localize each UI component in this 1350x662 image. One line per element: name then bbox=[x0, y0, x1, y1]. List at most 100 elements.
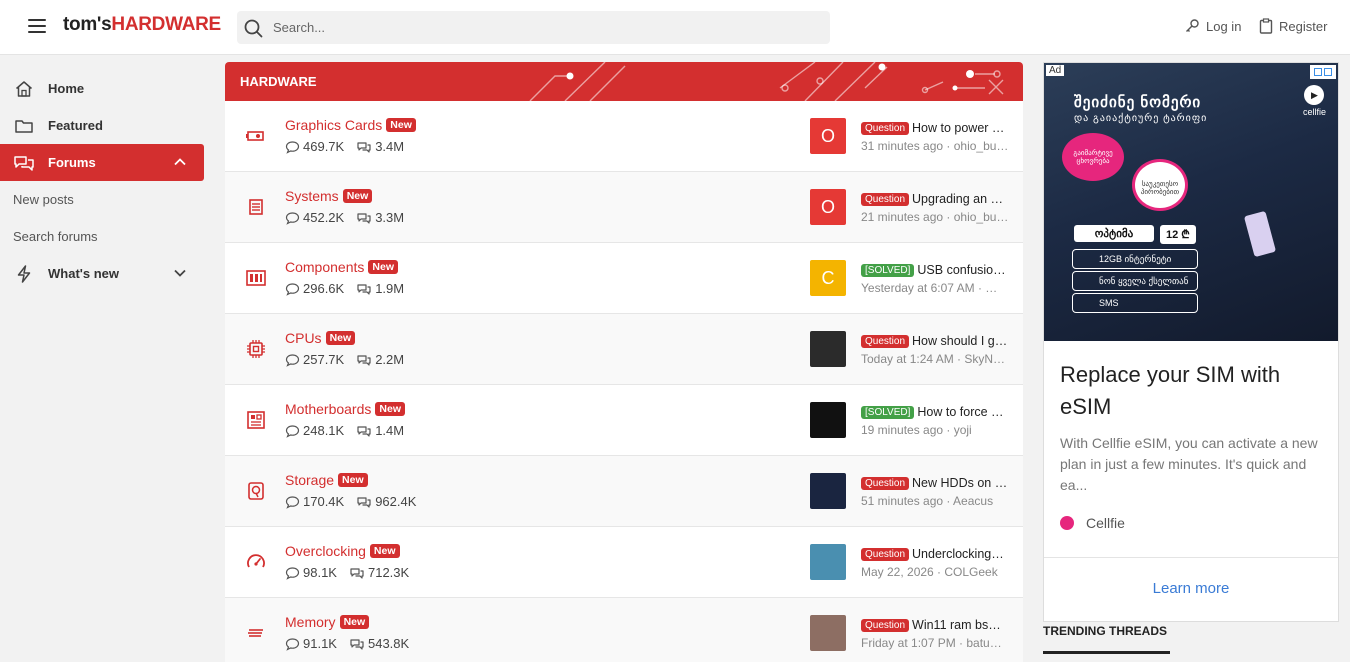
latest-thread-link[interactable]: Question How to power … bbox=[861, 121, 1011, 135]
clipboard-icon bbox=[1259, 18, 1273, 34]
ad-choices-icon[interactable] bbox=[1310, 65, 1336, 79]
forum-title: Graphics Cards bbox=[285, 117, 383, 133]
search-icon bbox=[244, 19, 263, 38]
latest-thread-title: How to power … bbox=[912, 121, 1005, 135]
sidebar-item-whats-new[interactable]: What's new bbox=[0, 255, 210, 292]
ad-feature-text-1: 12GB ინტერნეტი bbox=[1099, 254, 1172, 264]
avatar[interactable] bbox=[810, 473, 846, 509]
thread-prefix-badge: [SOLVED] bbox=[861, 406, 915, 419]
login-link[interactable]: Log in bbox=[1184, 18, 1241, 34]
login-label: Log in bbox=[1206, 18, 1242, 34]
ad-feature-2: ნონ ყველა ქსელთან bbox=[1072, 271, 1198, 291]
sidebar-item-home[interactable]: Home bbox=[0, 70, 210, 107]
forum-title-link[interactable]: Systems New bbox=[285, 188, 373, 204]
thread-count: 712.3K bbox=[367, 565, 410, 580]
latest-thread-meta[interactable]: 31 minutes ago · ohio_bu… bbox=[861, 139, 1011, 153]
latest-thread-link[interactable]: [SOLVED] How to force … bbox=[861, 405, 1011, 419]
forum-row[interactable]: Graphics Cards New 469.7K 3.4M O Question How … bbox=[225, 101, 1023, 172]
thread-prefix-badge: [SOLVED] bbox=[861, 264, 915, 277]
sidebar-label-featured: Featured bbox=[48, 118, 103, 133]
ad-image[interactable]: Ad ▶ cellfie შეიძინე ნომერი და გაიაქტიურე… bbox=[1044, 63, 1338, 341]
sidebar-item-forums[interactable]: Forums bbox=[0, 144, 204, 181]
forum-row[interactable]: Components New 296.6K 1.9M C [SOLVED] USB conf… bbox=[225, 243, 1023, 314]
forum-title-link[interactable]: CPUs New bbox=[285, 330, 356, 346]
forum-title-link[interactable]: Memory New bbox=[285, 614, 370, 630]
sidebar-item-featured[interactable]: Featured bbox=[0, 107, 210, 144]
new-badge: New bbox=[339, 615, 370, 629]
menu-icon[interactable] bbox=[28, 19, 46, 35]
forum-stats: 296.6K 1.9M bbox=[285, 281, 404, 296]
latest-thread-link[interactable]: Question Win11 ram bs… bbox=[861, 618, 1011, 632]
forum-title-link[interactable]: Overclocking New bbox=[285, 543, 400, 559]
forum-stats: 170.4K 962.4K bbox=[285, 494, 416, 509]
latest-thread-meta[interactable]: 21 minutes ago · ohio_bu… bbox=[861, 210, 1011, 224]
ad-brand-text: cellfie bbox=[1302, 107, 1326, 117]
avatar[interactable]: O bbox=[810, 189, 846, 225]
forum-title-link[interactable]: Components New bbox=[285, 259, 398, 275]
avatar[interactable]: C bbox=[810, 260, 846, 296]
latest-thread-meta[interactable]: May 22, 2026 · COLGeek bbox=[861, 565, 1011, 579]
server-icon bbox=[245, 196, 267, 218]
forum-title-link[interactable]: Motherboards New bbox=[285, 401, 405, 417]
avatar[interactable] bbox=[810, 402, 846, 438]
forum-stats: 248.1K 1.4M bbox=[285, 423, 404, 438]
forum-title-link[interactable]: Storage New bbox=[285, 472, 368, 488]
forum-row[interactable]: Storage New 170.4K 962.4K Question New HDDs o… bbox=[225, 456, 1023, 527]
cpu-icon bbox=[245, 338, 267, 360]
thread-count: 1.9M bbox=[375, 281, 405, 296]
avatar[interactable]: O bbox=[810, 118, 846, 154]
folder-icon bbox=[13, 115, 35, 137]
chevron-up-icon[interactable] bbox=[172, 154, 188, 170]
register-link[interactable]: Register bbox=[1259, 18, 1327, 34]
sidebar-label-forums: Forums bbox=[48, 155, 96, 170]
ad-learn-more-button[interactable]: Learn more bbox=[1044, 580, 1338, 597]
forum-row[interactable]: Systems New 452.2K 3.3M O Question Upgrading a… bbox=[225, 172, 1023, 243]
cellfie-logo-icon bbox=[1060, 516, 1074, 530]
messages-icon bbox=[285, 353, 300, 367]
latest-thread-meta[interactable]: Today at 1:24 AM · SkyN… bbox=[861, 352, 1011, 366]
avatar-letter: O bbox=[820, 125, 835, 146]
avatar[interactable] bbox=[810, 331, 846, 367]
forum-row[interactable]: Memory New 91.1K 543.8K Question Win11 ram bs… bbox=[225, 598, 1023, 662]
ad-title[interactable]: Replace your SIM with eSIM bbox=[1060, 359, 1330, 423]
forum-row[interactable]: Overclocking New 98.1K 712.3K Question Underc… bbox=[225, 527, 1023, 598]
forum-title-link[interactable]: Graphics Cards New bbox=[285, 117, 416, 133]
trending-threads-heading: TRENDING THREADS bbox=[1043, 624, 1168, 638]
forum-title: Components bbox=[285, 259, 365, 275]
thread-count: 962.4K bbox=[375, 494, 417, 509]
threads-icon bbox=[357, 141, 371, 153]
latest-thread-meta[interactable]: Friday at 1:07 PM · batu… bbox=[861, 636, 1011, 650]
avatar[interactable] bbox=[810, 544, 846, 580]
latest-thread-link[interactable]: [SOLVED] USB confusio… bbox=[861, 263, 1011, 277]
latest-thread-link[interactable]: Question New HDDs on … bbox=[861, 476, 1011, 490]
latest-thread-link[interactable]: Question Upgrading an … bbox=[861, 192, 1011, 206]
sidebar-item-new-posts[interactable]: New posts bbox=[0, 181, 210, 218]
forum-title: Memory bbox=[285, 614, 336, 630]
ad-bubble-text-1: გაიმარტივე ცხოვრება bbox=[1073, 150, 1113, 165]
chevron-down-icon[interactable] bbox=[172, 265, 188, 281]
search-input[interactable] bbox=[273, 11, 813, 44]
thread-prefix-badge: Question bbox=[861, 619, 910, 632]
ad-plan-price: 12 ₾ bbox=[1160, 225, 1196, 244]
message-count: 469.7K bbox=[303, 139, 345, 154]
search-box[interactable] bbox=[237, 11, 830, 44]
avatar[interactable] bbox=[810, 615, 846, 651]
forum-row[interactable]: CPUs New 257.7K 2.2M Question How should I g…… bbox=[225, 314, 1023, 385]
sidebar-item-search-forums[interactable]: Search forums bbox=[0, 218, 210, 255]
latest-thread-meta[interactable]: 19 minutes ago · yoji bbox=[861, 423, 1011, 437]
top-bar: tom'sHARDWARE Log in Register bbox=[0, 0, 1350, 55]
advertisement[interactable]: Ad ▶ cellfie შეიძინე ნომერი და გაიაქტიურე… bbox=[1043, 62, 1339, 622]
latest-thread-meta[interactable]: Yesterday at 6:07 AM · … bbox=[861, 281, 1011, 295]
latest-thread-link[interactable]: Question Underclocking… bbox=[861, 547, 1011, 561]
forum-row[interactable]: Motherboards New 248.1K 1.4M [SOLVED] How to … bbox=[225, 385, 1023, 456]
ad-bubble-pink: გაიმარტივე ცხოვრება bbox=[1062, 133, 1124, 181]
thread-count: 3.3M bbox=[375, 210, 405, 225]
site-logo[interactable]: tom'sHARDWARE bbox=[63, 14, 221, 36]
memory-icon bbox=[245, 622, 267, 644]
home-icon bbox=[13, 78, 35, 100]
thread-prefix-badge: Question bbox=[861, 477, 910, 490]
ad-advertiser[interactable]: Cellfie bbox=[1060, 515, 1125, 531]
latest-thread-link[interactable]: Question How should I g… bbox=[861, 334, 1011, 348]
latest-thread-meta[interactable]: 51 minutes ago · Aeacus bbox=[861, 494, 1011, 508]
messages-icon bbox=[285, 566, 300, 580]
